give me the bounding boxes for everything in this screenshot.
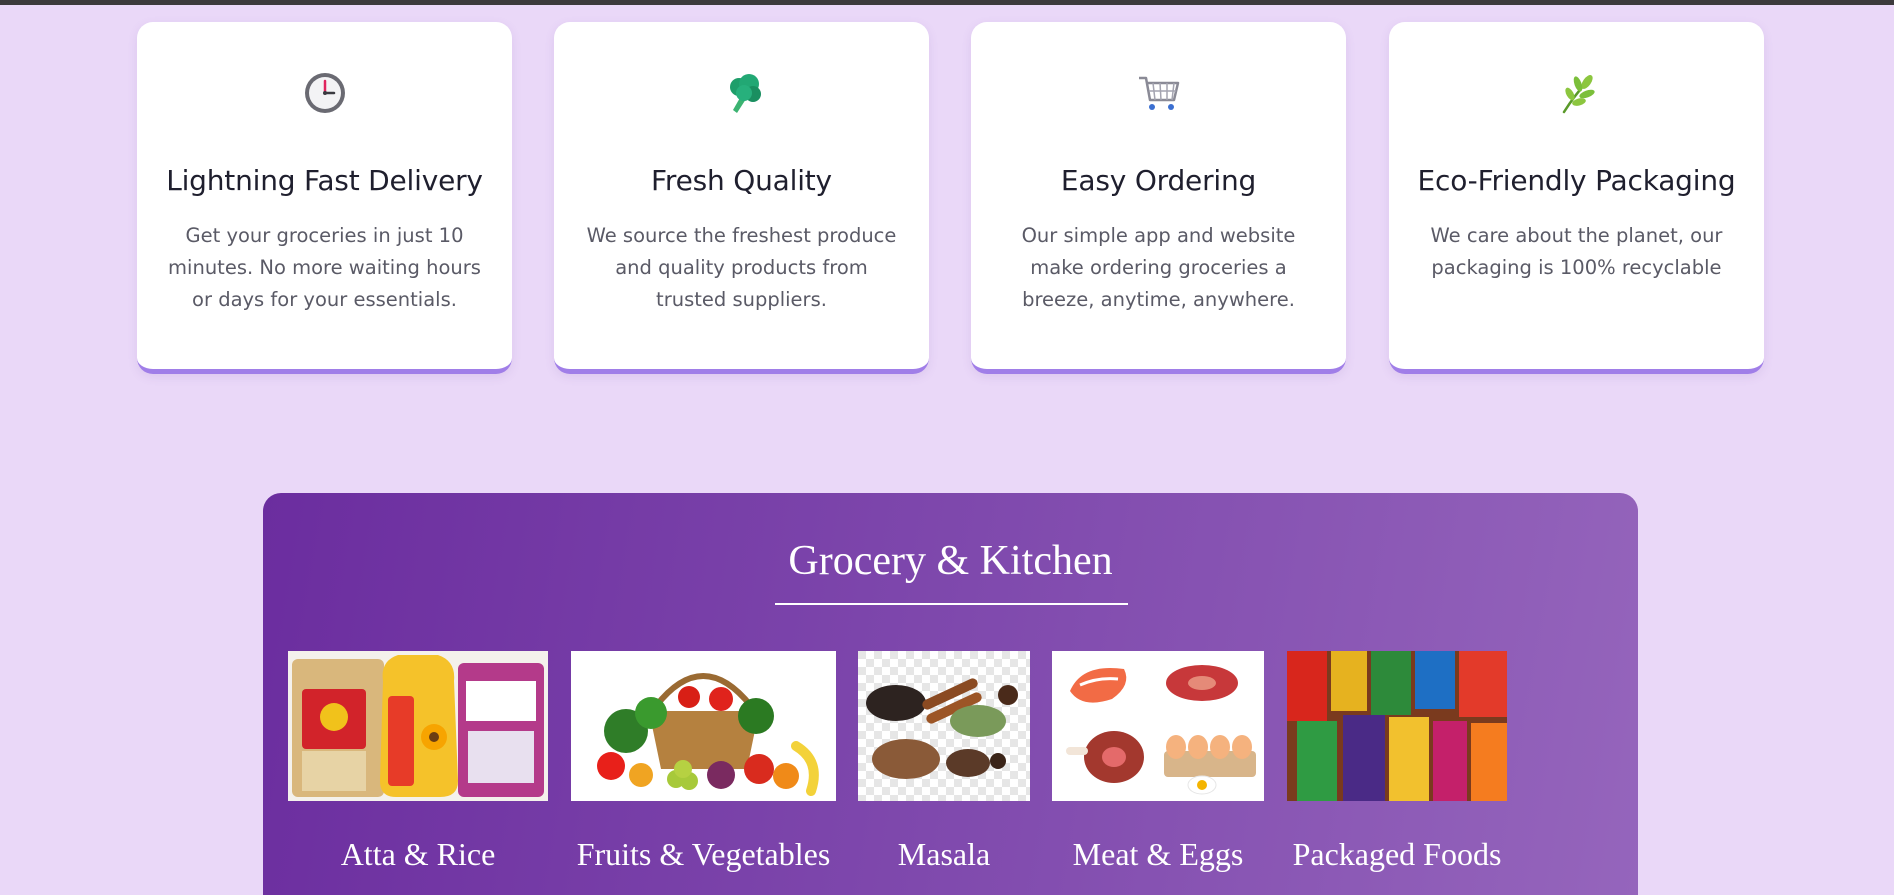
clock-icon <box>137 70 512 120</box>
feature-title: Easy Ordering <box>1060 164 1257 197</box>
category-meat-eggs[interactable]: Meat & Eggs <box>1052 651 1264 872</box>
meat-eggs-image <box>1052 651 1264 801</box>
feature-title: Lightning Fast Delivery <box>166 164 483 197</box>
feature-description: Get your groceries in just 10 minutes. N… <box>168 224 481 311</box>
packaged-foods-image <box>1287 651 1507 801</box>
feature-description: We source the freshest produce and quali… <box>586 224 897 311</box>
category-label: Packaged Foods <box>1292 836 1502 872</box>
feature-title: Eco-Friendly Packaging <box>1417 164 1736 197</box>
category-label: Fruits & Vegetables <box>576 836 831 872</box>
top-bar <box>0 0 1894 5</box>
category-masala[interactable]: Masala <box>858 651 1030 872</box>
category-packaged-foods[interactable]: Packaged Foods <box>1287 651 1507 872</box>
feature-card-fast-delivery: Lightning Fast Delivery Get your groceri… <box>137 22 512 374</box>
feature-description: We care about the planet, our packaging … <box>1430 224 1723 279</box>
category-label: Masala <box>897 836 991 872</box>
grocery-kitchen-section: Grocery & Kitchen Atta & Rice Fruits & V… <box>263 493 1638 895</box>
feature-card-eco-packaging: Eco-Friendly Packaging We care about the… <box>1389 22 1764 374</box>
category-fruits-vegetables[interactable]: Fruits & Vegetables <box>571 651 836 872</box>
feature-title: Fresh Quality <box>651 164 832 197</box>
category-atta-rice[interactable]: Atta & Rice <box>288 651 548 872</box>
leaf-icon <box>1389 70 1764 120</box>
masala-image <box>858 651 1030 801</box>
category-label: Atta & Rice <box>340 836 496 872</box>
fruits-vegetables-image <box>571 651 836 801</box>
section-title: Grocery & Kitchen <box>788 538 1113 584</box>
feature-card-easy-ordering: Easy Ordering Our simple app and website… <box>971 22 1346 374</box>
title-underline <box>775 603 1128 605</box>
atta-rice-image <box>288 651 548 801</box>
feature-card-fresh-quality: Fresh Quality We source the freshest pro… <box>554 22 929 374</box>
feature-description: Our simple app and website make ordering… <box>1021 224 1296 311</box>
features-section: Lightning Fast Delivery Get your groceri… <box>137 22 1764 374</box>
broccoli-icon <box>554 70 929 120</box>
shopping-cart-icon <box>971 70 1346 120</box>
category-label: Meat & Eggs <box>1072 836 1244 872</box>
